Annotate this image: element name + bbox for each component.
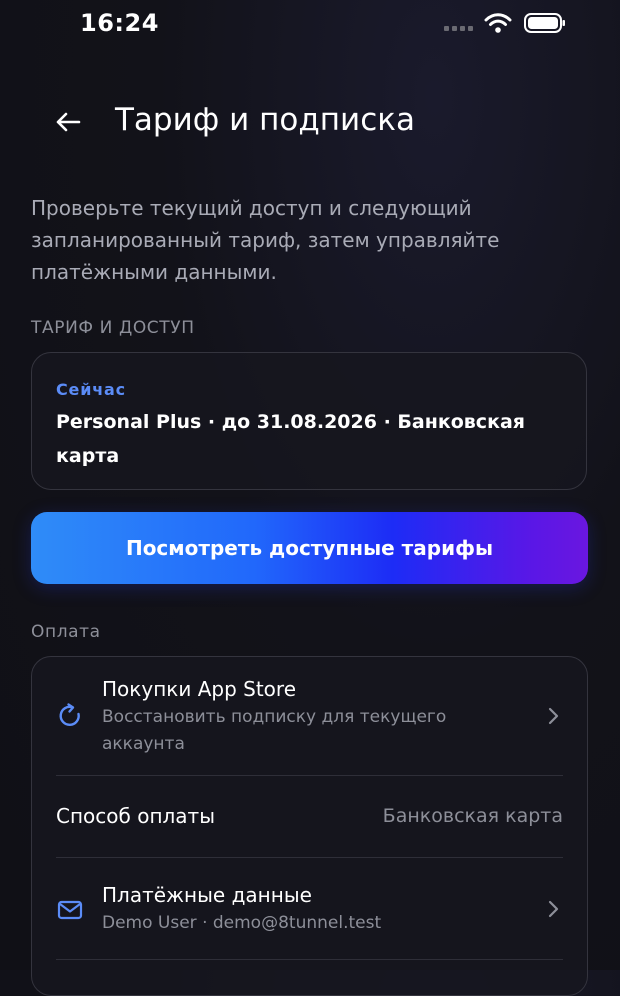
billing-details-subtitle: Demo User · demo@8tunnel.test bbox=[102, 913, 382, 933]
billing-details-row[interactable]: Платёжные данные Demo User · demo@8tunne… bbox=[32, 859, 587, 959]
status-bar: 16:24 bbox=[0, 0, 620, 48]
divider bbox=[56, 775, 563, 776]
billing-details-title: Платёжные данные bbox=[102, 883, 312, 907]
chevron-right-icon bbox=[548, 900, 559, 918]
payment-method-value: Банковская карта bbox=[382, 805, 563, 827]
back-button[interactable] bbox=[52, 106, 84, 138]
section-label-plan: ТАРИФ И ДОСТУП bbox=[31, 318, 195, 338]
plan-details: Personal Plus · до 31.08.2026 · Банковск… bbox=[56, 411, 525, 467]
restore-icon bbox=[59, 703, 80, 726]
status-time: 16:24 bbox=[80, 9, 159, 37]
app-store-subtitle: Восстановить подписку для текущего аккау… bbox=[102, 707, 447, 754]
divider bbox=[56, 857, 563, 858]
payment-card: Покупки App Store Восстановить подписку … bbox=[31, 656, 588, 996]
battery-icon bbox=[524, 13, 565, 33]
divider bbox=[56, 959, 563, 960]
plan-now-label: Сейчас bbox=[56, 380, 126, 399]
view-plans-button-label: Посмотреть доступные тарифы bbox=[125, 536, 494, 560]
cellular-signal-icon bbox=[444, 26, 473, 31]
app-store-purchases-row[interactable]: Покупки App Store Восстановить подписку … bbox=[32, 657, 587, 775]
arrow-left-icon bbox=[56, 112, 81, 132]
view-plans-button[interactable]: Посмотреть доступные тарифы bbox=[31, 512, 588, 584]
mail-icon bbox=[57, 900, 83, 920]
payment-method-row[interactable]: Способ оплаты Банковская карта bbox=[32, 777, 587, 857]
header: Тариф и подписка bbox=[0, 95, 620, 151]
page-title: Тариф и подписка bbox=[115, 102, 415, 138]
app-store-title: Покупки App Store bbox=[102, 677, 296, 701]
wifi-icon bbox=[484, 13, 512, 33]
chevron-right-icon bbox=[548, 707, 559, 725]
page-description: Проверьте текущий доступ и следующий зап… bbox=[31, 196, 500, 284]
section-label-payment: Оплата bbox=[31, 622, 101, 642]
payment-method-title: Способ оплаты bbox=[56, 804, 215, 828]
current-plan-card: Сейчас Personal Plus · до 31.08.2026 · Б… bbox=[31, 352, 587, 490]
